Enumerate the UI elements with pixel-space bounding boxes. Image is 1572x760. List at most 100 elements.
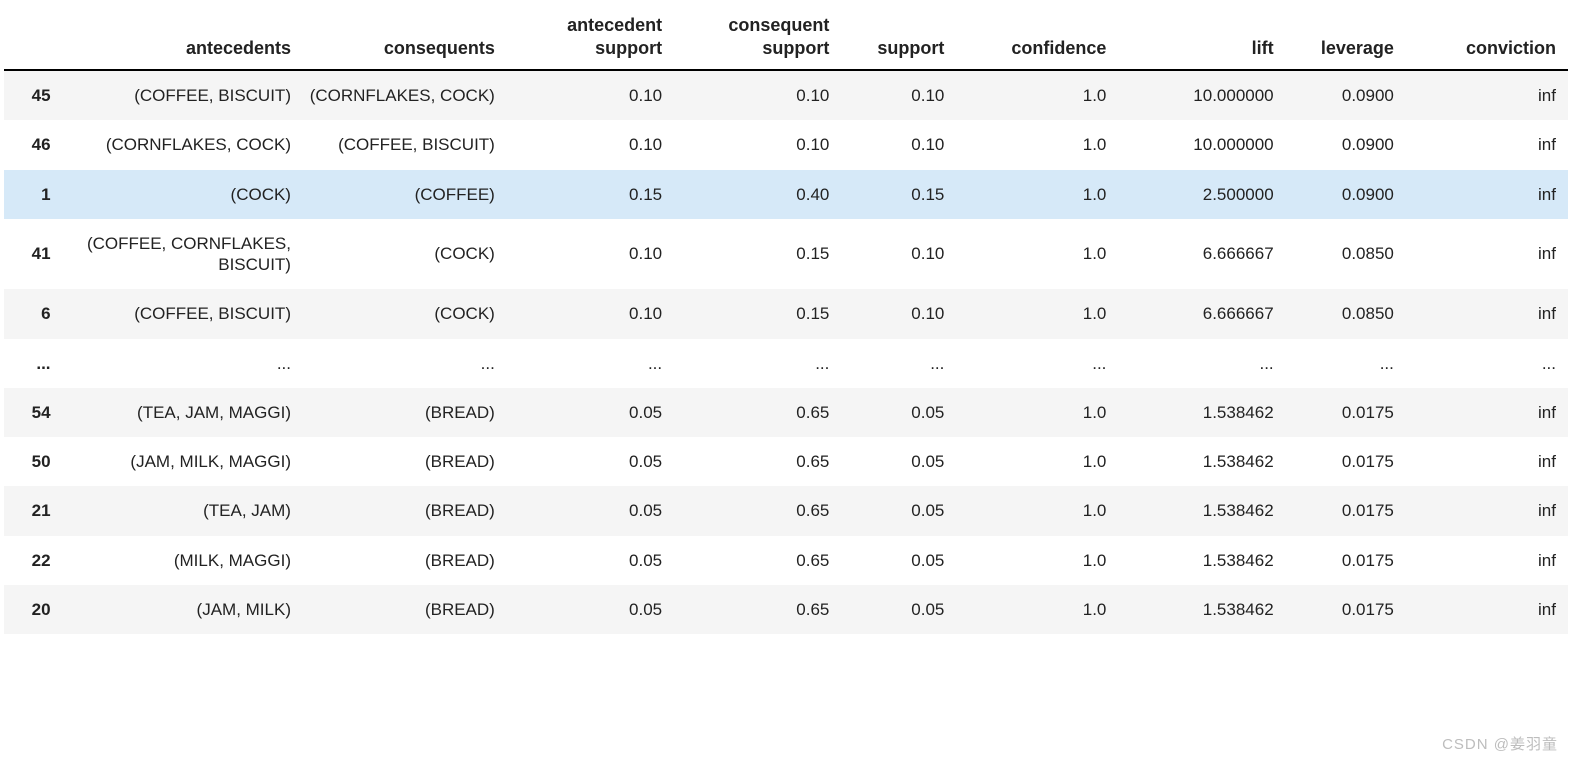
cell-confidence: ... <box>956 339 1118 388</box>
cell-antecedents: (TEA, JAM) <box>63 486 303 535</box>
cell-consequent-support: 0.10 <box>674 120 841 169</box>
cell-confidence: 1.0 <box>956 585 1118 634</box>
cell-antecedents: (COFFEE, CORNFLAKES, BISCUIT) <box>63 219 303 290</box>
col-consequents[interactable]: consequents <box>303 4 507 70</box>
table-row[interactable]: 45(COFFEE, BISCUIT)(CORNFLAKES, COCK)0.1… <box>4 70 1568 120</box>
cell-consequent-support: 0.65 <box>674 486 841 535</box>
table-row[interactable]: 1(COCK)(COFFEE)0.150.400.151.02.5000000.… <box>4 170 1568 219</box>
cell-consequents: (BREAD) <box>303 388 507 437</box>
table-row[interactable]: 21(TEA, JAM)(BREAD)0.050.650.051.01.5384… <box>4 486 1568 535</box>
cell-lift: 6.666667 <box>1118 219 1285 290</box>
col-consequent-support[interactable]: consequent support <box>674 4 841 70</box>
cell-lift: 1.538462 <box>1118 536 1285 585</box>
cell-confidence: 1.0 <box>956 536 1118 585</box>
cell-confidence: 1.0 <box>956 289 1118 338</box>
col-conviction[interactable]: conviction <box>1406 4 1568 70</box>
cell-consequents: (CORNFLAKES, COCK) <box>303 70 507 120</box>
cell-consequent-support: 0.65 <box>674 437 841 486</box>
cell-antecedents: (COFFEE, BISCUIT) <box>63 70 303 120</box>
cell-lift: ... <box>1118 339 1285 388</box>
cell-conviction: inf <box>1406 170 1568 219</box>
row-index: 54 <box>4 388 63 437</box>
col-support[interactable]: support <box>841 4 956 70</box>
cell-consequent-support: 0.15 <box>674 289 841 338</box>
watermark: CSDN @姜羽童 <box>1442 733 1558 754</box>
cell-consequent-support: 0.10 <box>674 70 841 120</box>
cell-support: ... <box>841 339 956 388</box>
cell-support: 0.05 <box>841 388 956 437</box>
cell-lift: 1.538462 <box>1118 388 1285 437</box>
cell-leverage: 0.0850 <box>1286 219 1406 290</box>
cell-antecedent-support: 0.05 <box>507 536 674 585</box>
cell-leverage: 0.0175 <box>1286 437 1406 486</box>
col-antecedents[interactable]: antecedents <box>63 4 303 70</box>
cell-antecedent-support: 0.10 <box>507 120 674 169</box>
table-row[interactable]: 46(CORNFLAKES, COCK)(COFFEE, BISCUIT)0.1… <box>4 120 1568 169</box>
cell-consequent-support: ... <box>674 339 841 388</box>
cell-consequent-support: 0.15 <box>674 219 841 290</box>
table-row[interactable]: .............................. <box>4 339 1568 388</box>
cell-conviction: inf <box>1406 437 1568 486</box>
cell-conviction: inf <box>1406 585 1568 634</box>
cell-antecedent-support: 0.05 <box>507 388 674 437</box>
row-index: 41 <box>4 219 63 290</box>
cell-consequents: (BREAD) <box>303 437 507 486</box>
cell-leverage: 0.0900 <box>1286 120 1406 169</box>
table-row[interactable]: 6(COFFEE, BISCUIT)(COCK)0.100.150.101.06… <box>4 289 1568 338</box>
cell-conviction: inf <box>1406 388 1568 437</box>
cell-lift: 1.538462 <box>1118 437 1285 486</box>
cell-antecedents: (MILK, MAGGI) <box>63 536 303 585</box>
row-index: 1 <box>4 170 63 219</box>
table-row[interactable]: 54(TEA, JAM, MAGGI)(BREAD)0.050.650.051.… <box>4 388 1568 437</box>
cell-support: 0.15 <box>841 170 956 219</box>
col-confidence[interactable]: confidence <box>956 4 1118 70</box>
row-index: ... <box>4 339 63 388</box>
cell-lift: 1.538462 <box>1118 486 1285 535</box>
cell-consequents: (COFFEE) <box>303 170 507 219</box>
cell-consequents: (BREAD) <box>303 536 507 585</box>
cell-consequent-support: 0.65 <box>674 536 841 585</box>
cell-conviction: inf <box>1406 219 1568 290</box>
cell-leverage: 0.0900 <box>1286 170 1406 219</box>
cell-conviction: inf <box>1406 536 1568 585</box>
cell-antecedents: (JAM, MILK) <box>63 585 303 634</box>
cell-antecedent-support: 0.10 <box>507 70 674 120</box>
cell-conviction: inf <box>1406 120 1568 169</box>
table-row[interactable]: 41(COFFEE, CORNFLAKES, BISCUIT)(COCK)0.1… <box>4 219 1568 290</box>
col-index[interactable] <box>4 4 63 70</box>
cell-antecedents: (CORNFLAKES, COCK) <box>63 120 303 169</box>
cell-lift: 10.000000 <box>1118 120 1285 169</box>
cell-confidence: 1.0 <box>956 388 1118 437</box>
cell-antecedent-support: ... <box>507 339 674 388</box>
cell-antecedents: (COCK) <box>63 170 303 219</box>
cell-support: 0.10 <box>841 70 956 120</box>
table-header: antecedents consequents antecedent suppo… <box>4 4 1568 70</box>
cell-support: 0.05 <box>841 486 956 535</box>
table-row[interactable]: 50(JAM, MILK, MAGGI)(BREAD)0.050.650.051… <box>4 437 1568 486</box>
table-row[interactable]: 22(MILK, MAGGI)(BREAD)0.050.650.051.01.5… <box>4 536 1568 585</box>
col-antecedent-support[interactable]: antecedent support <box>507 4 674 70</box>
cell-antecedents: ... <box>63 339 303 388</box>
row-index: 45 <box>4 70 63 120</box>
cell-antecedents: (COFFEE, BISCUIT) <box>63 289 303 338</box>
row-index: 21 <box>4 486 63 535</box>
col-lift[interactable]: lift <box>1118 4 1285 70</box>
row-index: 50 <box>4 437 63 486</box>
cell-confidence: 1.0 <box>956 120 1118 169</box>
cell-lift: 10.000000 <box>1118 70 1285 120</box>
cell-leverage: 0.0850 <box>1286 289 1406 338</box>
cell-support: 0.05 <box>841 585 956 634</box>
table-row[interactable]: 20(JAM, MILK)(BREAD)0.050.650.051.01.538… <box>4 585 1568 634</box>
cell-leverage: 0.0175 <box>1286 585 1406 634</box>
cell-consequents: ... <box>303 339 507 388</box>
cell-leverage: 0.0900 <box>1286 70 1406 120</box>
cell-consequents: (BREAD) <box>303 486 507 535</box>
association-rules-table: antecedents consequents antecedent suppo… <box>4 4 1568 634</box>
cell-antecedents: (JAM, MILK, MAGGI) <box>63 437 303 486</box>
cell-confidence: 1.0 <box>956 437 1118 486</box>
row-index: 22 <box>4 536 63 585</box>
cell-consequent-support: 0.65 <box>674 388 841 437</box>
cell-antecedent-support: 0.15 <box>507 170 674 219</box>
col-leverage[interactable]: leverage <box>1286 4 1406 70</box>
cell-antecedents: (TEA, JAM, MAGGI) <box>63 388 303 437</box>
